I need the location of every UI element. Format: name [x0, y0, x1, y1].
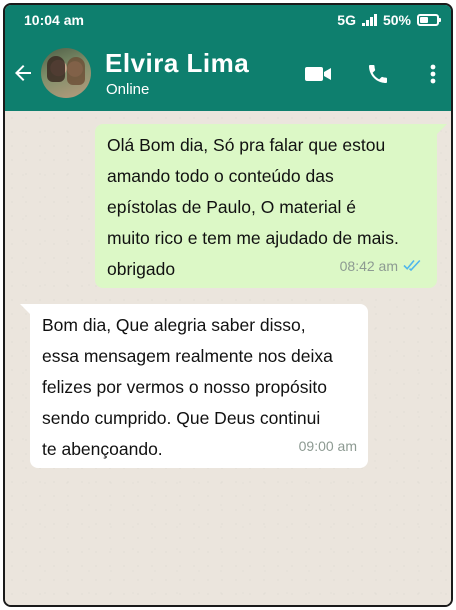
double-check-icon — [403, 251, 423, 282]
more-options-icon[interactable] — [418, 59, 448, 89]
message-meta: 09:00 am — [299, 431, 357, 462]
outgoing-message[interactable]: Olá Bom dia, Só pra falar que estou aman… — [95, 124, 447, 288]
status-bar: 10:04 am 5G 50% — [5, 5, 451, 35]
status-time: 10:04 am — [24, 12, 84, 28]
chat-header: Elvira Lima Online — [5, 35, 451, 111]
network-label: 5G — [337, 12, 356, 28]
battery-percent: 50% — [382, 12, 411, 28]
battery-icon — [417, 14, 441, 26]
incoming-message[interactable]: Bom dia, Que alegria saber disso, essa m… — [20, 304, 368, 468]
message-time: 08:42 am — [339, 258, 398, 274]
back-arrow-icon[interactable] — [11, 61, 35, 85]
message-time: 09:00 am — [298, 438, 357, 454]
avatar[interactable] — [41, 48, 91, 98]
signal-icon — [361, 14, 377, 26]
video-call-icon[interactable] — [303, 59, 333, 89]
phone-screen: 10:04 am 5G 50% Elvira Lima Online Olá B… — [3, 3, 453, 607]
battery-level — [420, 17, 428, 23]
message-meta: 08:42 am — [340, 251, 423, 282]
contact-name[interactable]: Elvira Lima — [105, 48, 249, 79]
status-indicators: 5G 50% — [337, 12, 441, 28]
phone-icon[interactable] — [363, 59, 393, 89]
contact-status: Online — [106, 81, 150, 98]
